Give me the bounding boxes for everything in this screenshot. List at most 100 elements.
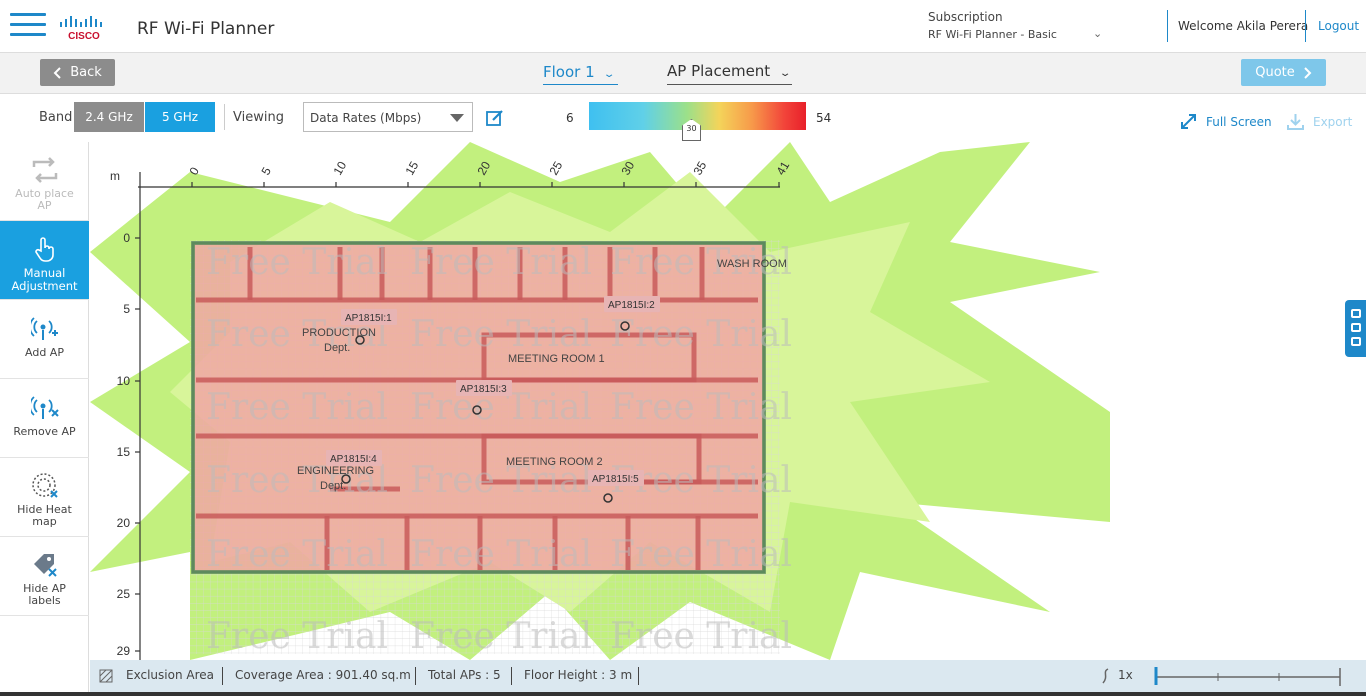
x-tick-label: 15 — [402, 159, 421, 178]
full-screen-button[interactable]: Full Screen — [1180, 113, 1272, 130]
side-panel-toggle[interactable] — [1345, 300, 1366, 357]
viewing-value: Data Rates (Mbps) — [310, 111, 422, 125]
watermark-text: Free Trial — [610, 534, 792, 575]
chevron-down-icon: ⌄ — [603, 69, 616, 80]
scale-min-value: 6 — [566, 111, 574, 125]
menu-icon[interactable] — [10, 13, 46, 41]
exclusion-area-icon[interactable] — [99, 669, 113, 683]
room-label-meeting-1: MEETING ROOM 1 — [508, 353, 605, 365]
tool-label: Auto place AP — [15, 187, 74, 212]
tool-label: Remove AP — [13, 425, 76, 438]
exclusion-area-label[interactable]: Exclusion Area — [126, 668, 214, 682]
y-tick-label: 15 — [117, 445, 131, 459]
ap-label: AP1815I:1 — [345, 313, 392, 324]
tool-label: Hide AP labels — [23, 582, 66, 607]
floor-toolbar: Back Floor 1 ⌄ AP Placement ⌄ Quote — [0, 53, 1366, 94]
header-divider — [1167, 10, 1168, 42]
bottom-border — [0, 692, 1366, 696]
chevron-down-icon[interactable]: ⌄ — [1093, 27, 1102, 40]
export-label: Export — [1313, 114, 1353, 129]
total-aps: Total APs : 5 — [428, 668, 501, 682]
ap-label: AP1815I:5 — [592, 474, 639, 485]
y-tick-label: 25 — [117, 587, 131, 601]
divider — [511, 667, 512, 685]
quote-button[interactable]: Quote — [1241, 59, 1326, 86]
welcome-text: Welcome Akila Perera — [1178, 19, 1309, 33]
watermark-text: Free Trial — [206, 616, 388, 657]
chevron-right-icon — [1304, 66, 1312, 79]
svg-text:CISCO: CISCO — [68, 31, 100, 42]
floor-select[interactable]: Floor 1 ⌄ — [543, 63, 618, 85]
hand-pointer-icon — [34, 237, 54, 262]
add-ap-tool[interactable]: Add AP — [0, 300, 89, 379]
scale-max-value: 54 — [816, 111, 832, 125]
y-tick-label: 20 — [117, 516, 131, 530]
floor-plan-canvas[interactable]: Free Trial Free Trial Free Trial Free Tr… — [90, 142, 1366, 660]
floor-label: Floor 1 — [543, 63, 595, 81]
band-label: Band — [39, 110, 73, 125]
back-label: Back — [70, 65, 102, 80]
unit-label: m — [110, 169, 120, 183]
download-icon — [1287, 114, 1304, 130]
room-label-engineering: ENGINEERING — [297, 465, 374, 477]
coverage-area: Coverage Area : 901.40 sq.m — [235, 668, 411, 682]
export-button[interactable]: Export — [1287, 113, 1352, 130]
room-label-production-dept: Dept. — [324, 342, 350, 354]
expand-icon — [1181, 114, 1196, 129]
hide-ap-labels-tool[interactable]: Hide AP labels — [0, 537, 89, 616]
y-tick-label: 10 — [117, 374, 131, 388]
header-divider — [1305, 10, 1306, 42]
ap-label: AP1815I:4 — [330, 454, 377, 465]
manual-adjustment-tool[interactable]: Manual Adjustment — [0, 221, 89, 300]
threshold-slider[interactable]: 30 — [681, 119, 701, 141]
tool-label: Hide Heat map — [17, 503, 72, 528]
cisco-logo: CISCO — [60, 16, 102, 42]
watermark-text: Free Trial — [410, 314, 592, 355]
mode-select[interactable]: AP Placement ⌄ — [667, 62, 792, 85]
tool-label: Add AP — [25, 346, 64, 359]
watermark-text: Free Trial — [206, 242, 388, 283]
quote-label: Quote — [1255, 65, 1295, 80]
x-tick-label: 10 — [330, 159, 349, 178]
app-title: RF Wi-Fi Planner — [137, 19, 275, 39]
viewing-label: Viewing — [233, 110, 284, 125]
zoom-slider[interactable] — [1152, 665, 1342, 687]
heat-map-icon — [31, 473, 58, 498]
band-5ghz-button[interactable]: 5 GHz — [145, 102, 215, 132]
zoom-level: 1x — [1118, 668, 1133, 682]
tool-label: Manual Adjustment — [11, 266, 78, 293]
watermark-text: Free Trial — [410, 534, 592, 575]
remove-ap-icon — [30, 396, 59, 419]
divider — [224, 104, 225, 130]
tag-icon — [33, 554, 57, 577]
floor-map[interactable]: Free Trial Free Trial Free Trial Free Tr… — [90, 142, 1366, 660]
room-label-production: PRODUCTION — [302, 327, 376, 339]
auto-place-icon — [32, 157, 57, 183]
remove-ap-tool[interactable]: Remove AP — [0, 379, 89, 458]
watermark-text: Free Trial — [206, 387, 388, 428]
tool-rail: Auto place AP Manual Adjustment Add AP R… — [0, 142, 89, 696]
watermark-text: Free Trial — [610, 387, 792, 428]
ap-label: AP1815I:3 — [460, 384, 507, 395]
logout-link[interactable]: Logout — [1318, 19, 1359, 33]
divider — [222, 667, 223, 685]
edit-icon[interactable] — [486, 109, 504, 127]
viewing-select[interactable]: Data Rates (Mbps) — [303, 102, 473, 132]
band-24ghz-button[interactable]: 2.4 GHz — [74, 102, 144, 132]
auto-place-ap-tool[interactable]: Auto place AP — [0, 142, 89, 221]
room-label-meeting-2: MEETING ROOM 2 — [506, 456, 603, 468]
y-tick-label: 29 — [117, 644, 131, 658]
app-header: CISCO RF Wi-Fi Planner Subscription RF W… — [0, 0, 1366, 53]
hide-heat-map-tool[interactable]: Hide Heat map — [0, 458, 89, 537]
caret-down-icon — [450, 114, 464, 122]
back-button[interactable]: Back — [40, 59, 115, 86]
x-tick-label: 35 — [690, 159, 709, 178]
y-tick-label: 5 — [123, 302, 130, 316]
chevron-left-icon — [53, 66, 61, 79]
status-bar: Exclusion Area Coverage Area : 901.40 sq… — [90, 660, 1366, 692]
floor-height: Floor Height : 3 m — [524, 668, 633, 682]
subscription-label: Subscription — [928, 10, 1003, 24]
x-tick-label: 5 — [258, 164, 274, 177]
subscription-value[interactable]: RF Wi-Fi Planner - Basic — [928, 28, 1057, 41]
y-ruler-labels: 0 5 10 15 20 25 29 — [117, 231, 131, 658]
